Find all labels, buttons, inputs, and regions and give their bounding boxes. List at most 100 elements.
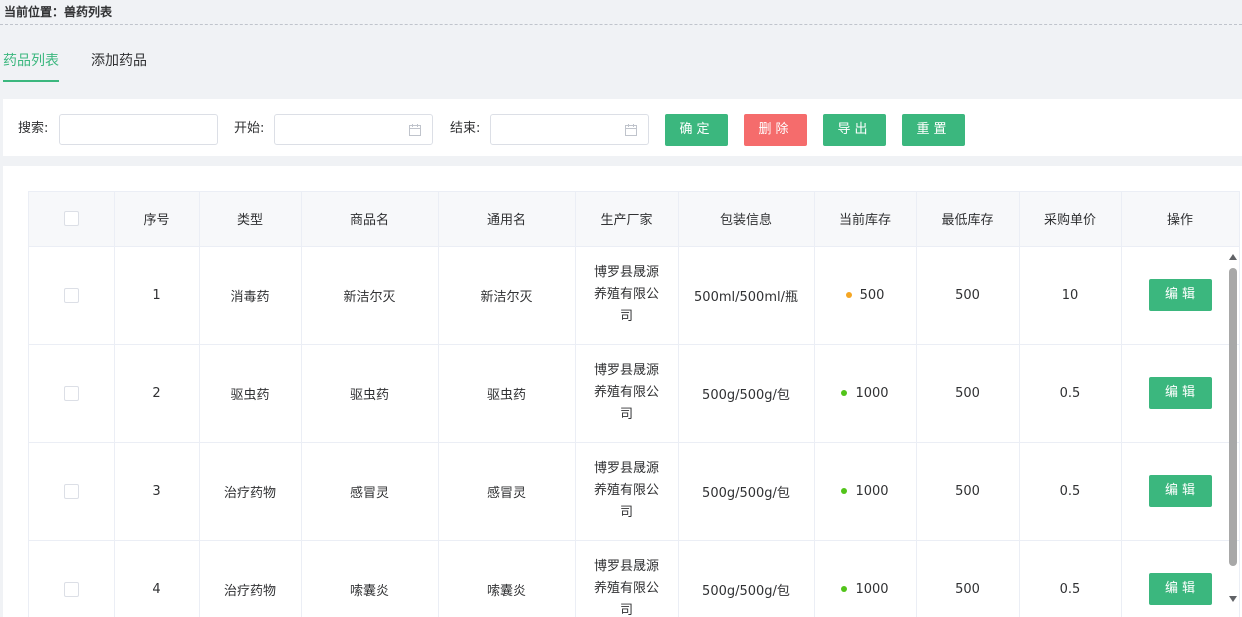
- cell-pack: 500g/500g/包: [678, 344, 815, 443]
- cell-stock: 500: [814, 246, 917, 345]
- drug-table-container: 序号 类型 商品名 通用名 生产厂家 包装信息 当前库存 最低库存 采购单价 操…: [28, 191, 1240, 617]
- cell-no: 4: [114, 540, 200, 617]
- cell-generic: 新洁尔灭: [438, 246, 576, 345]
- stock-value: 1000: [855, 581, 889, 597]
- cell-action: 编辑: [1121, 246, 1240, 345]
- stock-ok-dot: [841, 390, 848, 396]
- cell-maker: 博罗县晟源养殖有限公司: [575, 442, 679, 541]
- header-action: 操作: [1121, 192, 1240, 247]
- cell-stock: 1000: [814, 540, 917, 617]
- select-all-checkbox[interactable]: [63, 211, 79, 227]
- table-row: 1 消毒药 新洁尔灭 新洁尔灭 博罗县晟源养殖有限公司 500ml/500ml/…: [29, 246, 1240, 345]
- end-label: 结束:: [450, 121, 481, 136]
- header-maker: 生产厂家: [575, 192, 679, 247]
- search-label: 搜索:: [18, 121, 49, 136]
- scrollbar-thumb[interactable]: [1229, 268, 1237, 566]
- export-button[interactable]: 导出: [823, 114, 886, 146]
- edit-button[interactable]: 编辑: [1148, 475, 1212, 507]
- cell-price: 0.5: [1019, 540, 1122, 617]
- cell-min-stock: 500: [916, 246, 1020, 345]
- reset-button[interactable]: 重置: [902, 114, 965, 146]
- header-stock: 当前库存: [814, 192, 917, 247]
- cell-type: 治疗药物: [199, 442, 302, 541]
- cell-maker: 博罗县晟源养殖有限公司: [575, 246, 679, 345]
- cell-pack: 500g/500g/包: [678, 540, 815, 617]
- scroll-up-arrow-icon[interactable]: [1228, 252, 1238, 262]
- header-generic: 通用名: [438, 192, 576, 247]
- cell-maker: 博罗县晟源养殖有限公司: [575, 540, 679, 617]
- end-date-input[interactable]: [490, 114, 649, 145]
- stock-value: 1000: [855, 483, 889, 499]
- start-label: 开始:: [234, 121, 265, 136]
- cell-no: 2: [114, 344, 200, 443]
- cell-price: 10: [1019, 246, 1122, 345]
- search-input-box: [59, 114, 218, 145]
- start-date-input[interactable]: [274, 114, 433, 145]
- table-row: 4 治疗药物 嗦囊炎 嗦囊炎 博罗县晟源养殖有限公司 500g/500g/包 1…: [29, 540, 1240, 617]
- delete-button[interactable]: 删除: [744, 114, 807, 146]
- cell-generic: 驱虫药: [438, 344, 576, 443]
- tab-add-drug[interactable]: 添加药品: [91, 52, 147, 70]
- header-type: 类型: [199, 192, 302, 247]
- row-select-cell: [29, 442, 115, 541]
- tab-bar: 药品列表 添加药品: [0, 40, 300, 84]
- cell-stock: 1000: [814, 442, 917, 541]
- cell-maker: 博罗县晟源养殖有限公司: [575, 344, 679, 443]
- table-row: 2 驱虫药 驱虫药 驱虫药 博罗县晟源养殖有限公司 500g/500g/包 10…: [29, 344, 1240, 443]
- maker-text: 博罗县晟源养殖有限公司: [593, 559, 659, 617]
- cell-generic: 感冒灵: [438, 442, 576, 541]
- row-checkbox[interactable]: [63, 581, 79, 597]
- cell-type: 消毒药: [199, 246, 302, 345]
- row-select-cell: [29, 344, 115, 443]
- cell-type: 治疗药物: [199, 540, 302, 617]
- table-panel: 序号 类型 商品名 通用名 生产厂家 包装信息 当前库存 最低库存 采购单价 操…: [3, 166, 1242, 617]
- tab-drug-list[interactable]: 药品列表: [3, 52, 59, 70]
- row-select-cell: [29, 540, 115, 617]
- cell-price: 0.5: [1019, 442, 1122, 541]
- cell-stock: 1000: [814, 344, 917, 443]
- active-tab-indicator: [3, 80, 59, 82]
- row-checkbox[interactable]: [63, 287, 79, 303]
- cell-pack: 500g/500g/包: [678, 442, 815, 541]
- header-no: 序号: [114, 192, 200, 247]
- cell-action: 编辑: [1121, 344, 1240, 443]
- table-scrollbar[interactable]: [1228, 252, 1238, 604]
- cell-name: 驱虫药: [301, 344, 439, 443]
- cell-min-stock: 500: [916, 540, 1020, 617]
- row-checkbox[interactable]: [63, 385, 79, 401]
- edit-button[interactable]: 编辑: [1148, 573, 1212, 605]
- stock-value: 500: [859, 287, 885, 303]
- header-select-all: [29, 192, 115, 247]
- filter-toolbar: 搜索: 开始: 结束: 确定 删除 导出 重置: [3, 99, 1242, 156]
- cell-min-stock: 500: [916, 442, 1020, 541]
- cell-type: 驱虫药: [199, 344, 302, 443]
- edit-button[interactable]: 编辑: [1148, 279, 1212, 311]
- cell-name: 新洁尔灭: [301, 246, 439, 345]
- cell-name: 感冒灵: [301, 442, 439, 541]
- search-input[interactable]: [60, 115, 217, 144]
- table-row: 3 治疗药物 感冒灵 感冒灵 博罗县晟源养殖有限公司 500g/500g/包 1…: [29, 442, 1240, 541]
- cell-name: 嗦囊炎: [301, 540, 439, 617]
- edit-button[interactable]: 编辑: [1148, 377, 1212, 409]
- breadcrumb: 当前位置：兽药列表: [0, 0, 1242, 25]
- cell-action: 编辑: [1121, 442, 1240, 541]
- maker-text: 博罗县晟源养殖有限公司: [593, 363, 659, 422]
- header-price: 采购单价: [1019, 192, 1122, 247]
- cell-pack: 500ml/500ml/瓶: [678, 246, 815, 345]
- stock-ok-dot: [841, 488, 848, 494]
- maker-text: 博罗县晟源养殖有限公司: [593, 265, 659, 324]
- maker-text: 博罗县晟源养殖有限公司: [593, 461, 659, 520]
- header-name: 商品名: [301, 192, 439, 247]
- row-checkbox[interactable]: [63, 483, 79, 499]
- row-select-cell: [29, 246, 115, 345]
- header-pack: 包装信息: [678, 192, 815, 247]
- stock-ok-dot: [841, 586, 848, 592]
- cell-no: 3: [114, 442, 200, 541]
- stock-warning-dot: [845, 292, 852, 298]
- cell-price: 0.5: [1019, 344, 1122, 443]
- cell-generic: 嗦囊炎: [438, 540, 576, 617]
- scroll-down-arrow-icon[interactable]: [1228, 594, 1238, 604]
- calendar-icon: [409, 124, 421, 136]
- cell-min-stock: 500: [916, 344, 1020, 443]
- confirm-button[interactable]: 确定: [665, 114, 728, 146]
